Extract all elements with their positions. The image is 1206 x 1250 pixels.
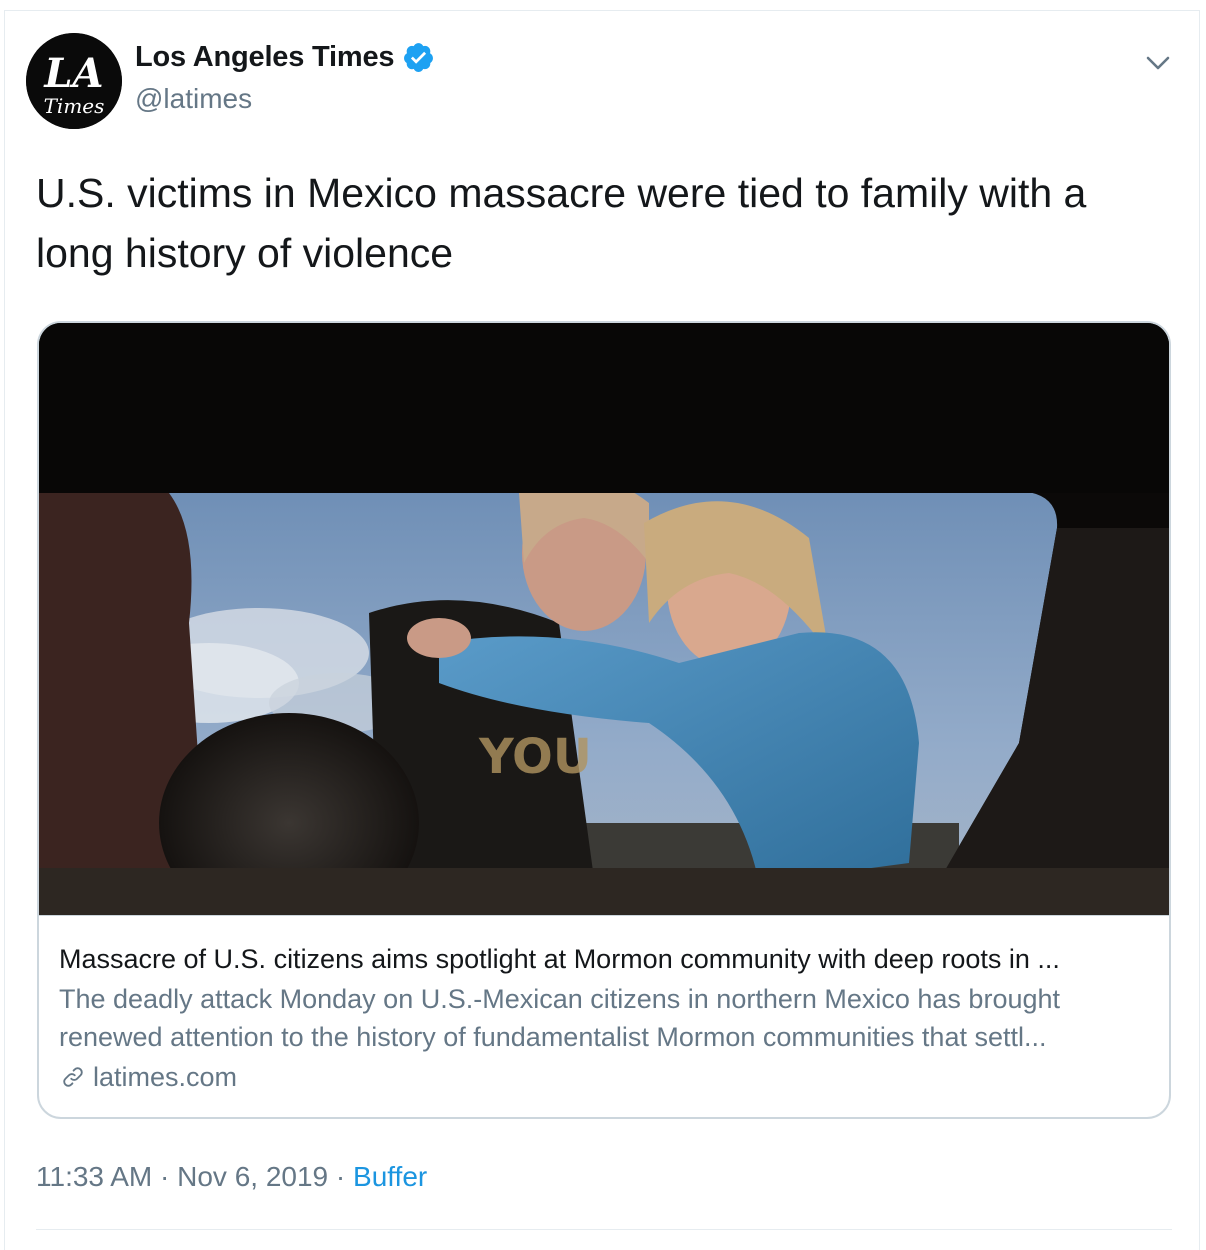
svg-text:LA: LA — [43, 50, 103, 97]
card-image[interactable]: YOU — [39, 323, 1169, 915]
tweet-date[interactable]: Nov 6, 2019 — [177, 1161, 328, 1192]
tweet-source-link[interactable]: Buffer — [353, 1161, 427, 1192]
card-description: The deadly attack Monday on U.S.-Mexican… — [59, 984, 1061, 1052]
svg-text:YOU: YOU — [478, 729, 592, 785]
card-body[interactable]: Massacre of U.S. citizens aims spotlight… — [39, 915, 1169, 1117]
link-card[interactable]: YOU Massacre of U.S. citizens aims spotl… — [37, 321, 1171, 1119]
tweet: LA Times Los Angeles Times @latimes U.S.… — [4, 10, 1200, 1250]
author-name-row[interactable]: Los Angeles Times — [135, 41, 435, 74]
card-domain-row[interactable]: latimes.com — [59, 1058, 1149, 1096]
link-icon — [63, 1067, 83, 1087]
avatar[interactable]: LA Times — [26, 33, 122, 129]
tweet-meta: 11:33 AM · Nov 6, 2019 · Buffer — [36, 1161, 427, 1193]
svg-text:Times: Times — [44, 94, 105, 118]
chevron-down-icon[interactable] — [1143, 47, 1173, 77]
card-photo: YOU — [39, 323, 1169, 915]
card-title[interactable]: Massacre of U.S. citizens aims spotlight… — [59, 942, 1149, 976]
display-name[interactable]: Los Angeles Times — [135, 41, 395, 74]
verified-badge-icon — [404, 43, 434, 72]
la-times-logo-icon: LA Times — [26, 33, 122, 129]
meta-separator: · — [335, 1161, 346, 1192]
tweet-text: U.S. victims in Mexico massacre were tie… — [36, 170, 1087, 276]
tweet-time[interactable]: 11:33 AM — [36, 1161, 152, 1192]
handle[interactable]: @latimes — [135, 83, 252, 115]
divider — [36, 1229, 1172, 1230]
meta-separator: · — [160, 1161, 170, 1192]
card-domain[interactable]: latimes.com — [93, 1058, 237, 1096]
